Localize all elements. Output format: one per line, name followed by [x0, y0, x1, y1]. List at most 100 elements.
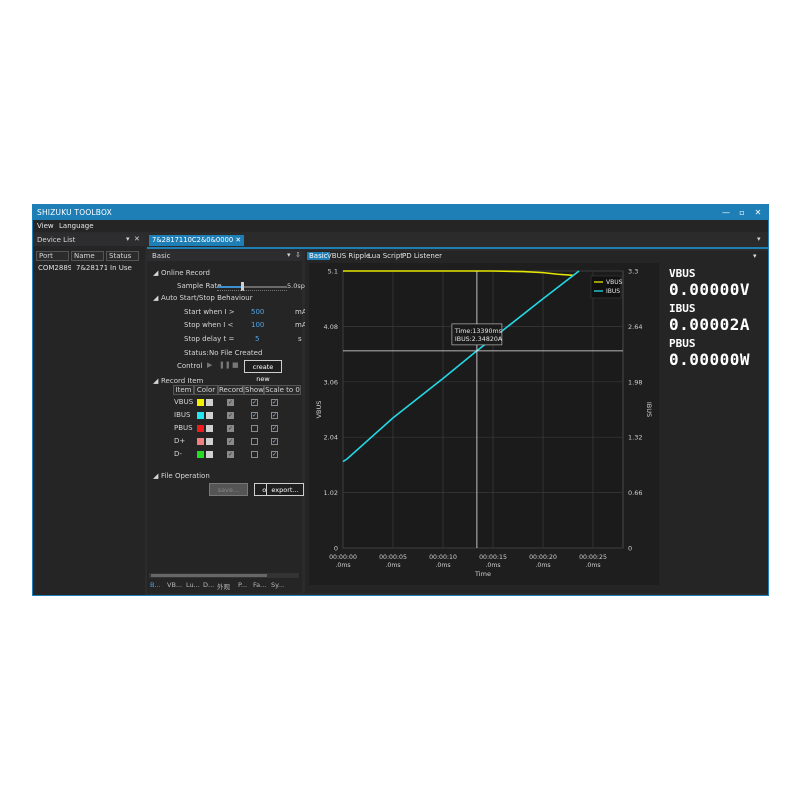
create-new-button[interactable]: create new: [244, 360, 282, 383]
tab-pd-listener[interactable]: PD Listener: [402, 252, 442, 260]
delay-value-input[interactable]: 5: [255, 335, 259, 343]
bottom-tab-appearance[interactable]: 外观: [217, 581, 230, 591]
plot-area: Basic VBUS Ripple Lua Script PD Listener…: [305, 251, 768, 593]
tab-vbus-ripple[interactable]: VBUS Ripple: [327, 252, 370, 260]
expand-icon[interactable]: ◢: [153, 472, 158, 480]
color-picker[interactable]: [206, 451, 213, 458]
color-picker[interactable]: [206, 425, 213, 432]
device-list-title: Device List: [37, 236, 76, 244]
bottom-tab-fa[interactable]: Fa...: [253, 581, 266, 589]
chevron-down-icon[interactable]: ▾: [126, 235, 130, 243]
close-icon[interactable]: ✕: [134, 235, 140, 243]
record-checkbox[interactable]: ✓: [227, 451, 234, 458]
menu-language[interactable]: Language: [59, 222, 94, 230]
x-axis-label: Time: [474, 570, 491, 578]
pin-icon[interactable]: ⇩: [295, 251, 301, 259]
bottom-tab-vbus[interactable]: VB...: [167, 581, 182, 589]
window-title: SHIZUKU TOOLBOX: [37, 208, 112, 217]
color-picker[interactable]: [206, 412, 213, 419]
y-right-tick-label: 1.98: [628, 378, 642, 386]
color-swatch[interactable]: [197, 425, 204, 432]
readout-ibus: IBUS 0.00002A: [669, 302, 750, 334]
stop-icon[interactable]: ■: [232, 361, 239, 369]
tab-lua-script[interactable]: Lua Script: [368, 252, 403, 260]
save-button[interactable]: save...: [209, 483, 248, 496]
cursor-tooltip-value: IBUS:2.34820A: [455, 336, 503, 343]
scale-checkbox[interactable]: ✓: [271, 438, 278, 445]
close-icon[interactable]: ✕: [235, 236, 241, 244]
y-left-tick-label: 2.04: [324, 434, 338, 442]
column-header-record: Record: [218, 385, 244, 395]
expand-icon[interactable]: ◢: [153, 294, 158, 302]
y-right-tick-label: 3.3: [628, 268, 638, 276]
column-header-name[interactable]: Name: [71, 251, 104, 261]
maximize-button[interactable]: ▫: [736, 207, 748, 218]
pause-icon[interactable]: ❚❚: [219, 361, 231, 369]
expand-icon[interactable]: ◢: [153, 269, 158, 277]
start-value-input[interactable]: 500: [251, 308, 264, 316]
y-right-axis-label: IBUS: [645, 402, 653, 417]
show-checkbox[interactable]: ✓: [251, 399, 258, 406]
close-button[interactable]: ✕: [752, 207, 764, 218]
bottom-tab-p[interactable]: P...: [238, 581, 247, 589]
scale-checkbox[interactable]: ✓: [271, 412, 278, 419]
show-checkbox[interactable]: [251, 451, 258, 458]
cursor-tooltip-time: Time:13390ms: [454, 328, 502, 335]
tab-device[interactable]: 7&2817110C2&0&0000 ✕: [149, 235, 245, 246]
plot-frame: [342, 270, 624, 549]
expand-icon[interactable]: ◢: [153, 377, 158, 385]
column-header-scale: Scale to 0: [264, 385, 301, 395]
show-checkbox[interactable]: ✓: [251, 412, 258, 419]
legend-label-ibus: IBUS: [606, 288, 620, 295]
record-item-name: D-: [174, 450, 182, 458]
column-header-port[interactable]: Port: [36, 251, 69, 261]
bottom-tab-lua[interactable]: Lu...: [186, 581, 200, 589]
column-header-color: Color: [194, 385, 218, 395]
scrollbar-thumb[interactable]: [151, 574, 267, 577]
column-header-item: Item: [173, 385, 194, 395]
device-list-panel: Device List ▾ ✕ Port Name Status COM2889…: [33, 234, 145, 595]
color-swatch[interactable]: [197, 412, 204, 419]
scale-checkbox[interactable]: ✓: [271, 399, 278, 406]
show-checkbox[interactable]: [251, 438, 258, 445]
menu-view[interactable]: View: [37, 222, 54, 230]
color-swatch[interactable]: [197, 438, 204, 445]
settings-header: Basic ▾ ⇩: [147, 251, 302, 261]
bottom-tab-basic[interactable]: B...: [150, 581, 161, 589]
record-checkbox[interactable]: ✓: [227, 425, 234, 432]
minimize-button[interactable]: —: [720, 207, 732, 218]
record-checkbox[interactable]: ✓: [227, 399, 234, 406]
chevron-down-icon[interactable]: ▾: [753, 252, 757, 260]
record-checkbox[interactable]: ✓: [227, 412, 234, 419]
record-item-name: D+: [174, 437, 186, 445]
legend-label-vbus: VBUS: [606, 279, 623, 286]
scale-checkbox[interactable]: ✓: [271, 425, 278, 432]
color-picker[interactable]: [206, 438, 213, 445]
section-file-operation: File Operation: [161, 472, 210, 480]
tab-overflow-icon[interactable]: ▾: [757, 235, 761, 243]
play-icon[interactable]: ▶: [207, 361, 212, 369]
horizontal-scrollbar[interactable]: [149, 573, 299, 578]
color-picker[interactable]: [206, 399, 213, 406]
export-button[interactable]: export...: [266, 483, 304, 496]
x-tick-label: 00:00:20: [529, 554, 557, 561]
chevron-down-icon[interactable]: ▾: [287, 251, 291, 259]
color-swatch[interactable]: [197, 399, 204, 406]
show-checkbox[interactable]: [251, 425, 258, 432]
bottom-tab-d[interactable]: D...: [203, 581, 214, 589]
x-tick-label-ms: .0ms: [485, 562, 500, 569]
chart-svg[interactable]: 5.1 4.08 3.06 2.04 1.02 0 3.3 2.64 1.98 1.32 0.66 0…: [309, 263, 659, 585]
x-tick-label-ms: .0ms: [535, 562, 550, 569]
record-checkbox[interactable]: ✓: [227, 438, 234, 445]
scale-checkbox[interactable]: ✓: [271, 451, 278, 458]
column-header-status[interactable]: Status: [106, 251, 139, 261]
bottom-tab-sy[interactable]: Sy...: [271, 581, 284, 589]
settings-panel: Basic ▾ ⇩ ◢ Online Record Sample Rate 5.…: [147, 251, 308, 593]
sample-rate-slider[interactable]: [217, 282, 287, 291]
status-label: Status:: [184, 349, 209, 357]
y-left-tick-label: 3.06: [324, 378, 338, 386]
delay-label: Stop delay t =: [184, 335, 235, 343]
color-swatch[interactable]: [197, 451, 204, 458]
record-item-name: PBUS: [174, 424, 193, 432]
stop-value-input[interactable]: 100: [251, 321, 264, 329]
